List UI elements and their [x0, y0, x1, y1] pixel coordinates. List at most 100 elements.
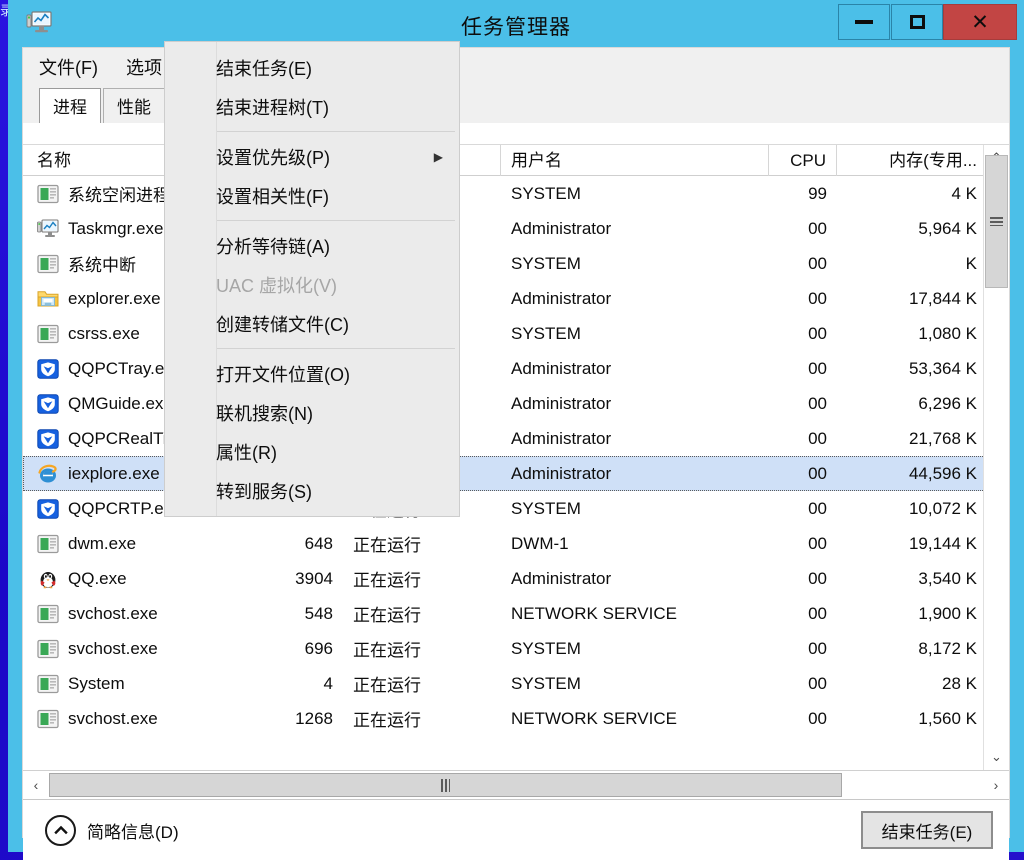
cell-username: SYSTEM [511, 638, 581, 658]
cell-process-name: svchost.exe [23, 604, 251, 624]
scrollbar-grip-icon [441, 778, 450, 792]
vertical-scrollbar[interactable]: ⌃ ⌄ [983, 145, 1009, 770]
cell-username: SYSTEM [511, 253, 581, 273]
column-header-username[interactable]: 用户名 [501, 145, 769, 176]
context-menu-separator [216, 131, 455, 132]
cell-cpu: 00 [808, 358, 827, 378]
context-menu-item-label: 设置优先级(P) [216, 147, 330, 168]
cell-username: Administrator [511, 393, 612, 413]
qq-penguin-icon [37, 569, 59, 589]
title-bar[interactable]: 任务管理器 ✕ [8, 0, 1024, 47]
cell-memory: 4 K [951, 183, 977, 203]
cell-cpu: 00 [808, 323, 827, 343]
close-icon: ✕ [971, 10, 989, 34]
cell-username: Administrator [511, 428, 612, 448]
ctx-uac-virtualization: UAC 虚拟化(V) [165, 265, 459, 304]
cell-status: 正在运行 [353, 536, 421, 555]
cell-pid: 1268 [295, 708, 333, 728]
scroll-down-icon[interactable]: ⌄ [984, 744, 1009, 770]
process-name-label: System [68, 673, 125, 693]
minimize-button[interactable] [838, 4, 890, 40]
ctx-analyze-wait-chain[interactable]: 分析等待链(A) [165, 226, 459, 265]
cell-pid: 4 [323, 673, 333, 693]
cell-cpu: 00 [808, 288, 827, 308]
context-menu-item-label: 设置相关性(F) [216, 186, 329, 207]
cell-cpu: 00 [808, 428, 827, 448]
vertical-scrollbar-thumb[interactable] [985, 155, 1008, 288]
cell-cpu: 00 [808, 498, 827, 518]
cell-cpu: 00 [808, 253, 827, 273]
cell-memory: 1,900 K [918, 603, 977, 623]
table-row[interactable]: dwm.exe 648 正在运行 DWM-1 00 19,144 K [23, 526, 1009, 561]
cell-username: DWM-1 [511, 533, 569, 553]
table-row[interactable]: svchost.exe 548 正在运行 NETWORK SERVICE 00 1,900… [23, 596, 1009, 631]
scroll-left-icon[interactable]: ‹ [23, 772, 49, 798]
ctx-go-to-service[interactable]: 转到服务(S) [165, 471, 459, 510]
menu-options[interactable]: 选项 [126, 54, 162, 80]
context-menu-item-label: UAC 虚拟化(V) [216, 275, 337, 296]
fewer-details-button[interactable]: 简略信息(D) [45, 814, 179, 846]
cell-process-name: svchost.exe [23, 709, 251, 729]
end-task-button[interactable]: 结束任务(E) [861, 811, 993, 849]
process-name-label: dwm.exe [68, 533, 137, 553]
qqpc-shield-icon [37, 498, 59, 519]
tab-performance[interactable]: 性能 [103, 88, 165, 123]
context-menu-separator [216, 220, 455, 221]
ctx-create-dump-file[interactable]: 创建转储文件(C) [165, 304, 459, 343]
cell-cpu: 00 [808, 218, 827, 238]
context-menu-item-label: 结束任务(E) [216, 58, 312, 79]
cell-process-name: dwm.exe [23, 534, 251, 554]
cell-pid: 648 [304, 533, 333, 553]
ie-icon [37, 464, 59, 484]
cell-memory: 5,964 K [918, 218, 977, 238]
cell-cpu: 00 [808, 603, 827, 623]
ctx-end-process-tree[interactable]: 结束进程树(T) [165, 87, 459, 126]
minimize-icon [855, 20, 873, 24]
table-row[interactable]: QQ.exe 3904 正在运行 Administrator 00 3,540 K [23, 561, 1009, 596]
column-header-cpu[interactable]: CPU [769, 145, 837, 176]
process-context-menu: 结束任务(E) 结束进程树(T) 设置优先级(P) ▶ 设置相关性(F) 分析等待链(A)… [164, 41, 460, 517]
menu-file[interactable]: 文件(F) [39, 54, 98, 80]
ctx-search-online[interactable]: 联机搜索(N) [165, 393, 459, 432]
horizontal-scrollbar[interactable]: ‹ › [23, 770, 1009, 800]
horizontal-scrollbar-thumb[interactable] [49, 773, 842, 797]
cell-pid: 3904 [295, 568, 333, 588]
ctx-end-task[interactable]: 结束任务(E) [165, 48, 459, 87]
close-button[interactable]: ✕ [943, 4, 1017, 40]
table-row[interactable]: System 4 正在运行 SYSTEM 00 28 K [23, 666, 1009, 701]
cell-username: Administrator [511, 288, 612, 308]
context-menu-separator [216, 348, 455, 349]
process-name-label: explorer.exe [68, 288, 161, 308]
context-menu-item-label: 创建转储文件(C) [216, 314, 349, 335]
process-name-label: 系统中断 [68, 256, 136, 275]
ctx-open-file-location[interactable]: 打开文件位置(O) [165, 354, 459, 393]
table-row[interactable]: svchost.exe 696 正在运行 SYSTEM 00 8,172 K [23, 631, 1009, 666]
task-manager-window: 任务管理器 ✕ 文件(F) 选项 进程 性能 名称 PID 状态 [8, 0, 1024, 860]
context-menu-item-label: 属性(R) [216, 442, 277, 463]
cell-username: Administrator [511, 218, 612, 238]
cell-username: SYSTEM [511, 323, 581, 343]
cell-memory: 1,080 K [918, 323, 977, 343]
maximize-button[interactable] [891, 4, 943, 40]
process-name-label: QQPCRealTi [68, 428, 167, 448]
generic-exe-icon [37, 604, 59, 624]
cell-process-name: System [23, 674, 251, 694]
cell-memory: 44,596 K [908, 463, 977, 483]
column-header-memory[interactable]: 内存(专用... [837, 145, 987, 176]
chevron-up-icon [45, 814, 76, 846]
cell-memory: 6,296 K [918, 393, 977, 413]
cell-cpu: 00 [808, 393, 827, 413]
cell-memory: 53,364 K [908, 358, 977, 378]
tab-processes[interactable]: 进程 [39, 88, 101, 123]
ctx-set-priority[interactable]: 设置优先级(P) ▶ [165, 137, 459, 176]
ctx-properties[interactable]: 属性(R) [165, 432, 459, 471]
scroll-right-icon[interactable]: › [983, 772, 1009, 798]
horizontal-scrollbar-track[interactable] [49, 772, 983, 798]
fewer-details-label: 简略信息(D) [87, 822, 179, 842]
process-name-label: svchost.exe [68, 638, 158, 658]
cell-memory: 3,540 K [918, 568, 977, 588]
process-name-label: svchost.exe [68, 708, 158, 728]
ctx-set-affinity[interactable]: 设置相关性(F) [165, 176, 459, 215]
table-row[interactable]: svchost.exe 1268 正在运行 NETWORK SERVICE 00 1,56… [23, 701, 1009, 736]
cell-pid: 696 [304, 638, 333, 658]
